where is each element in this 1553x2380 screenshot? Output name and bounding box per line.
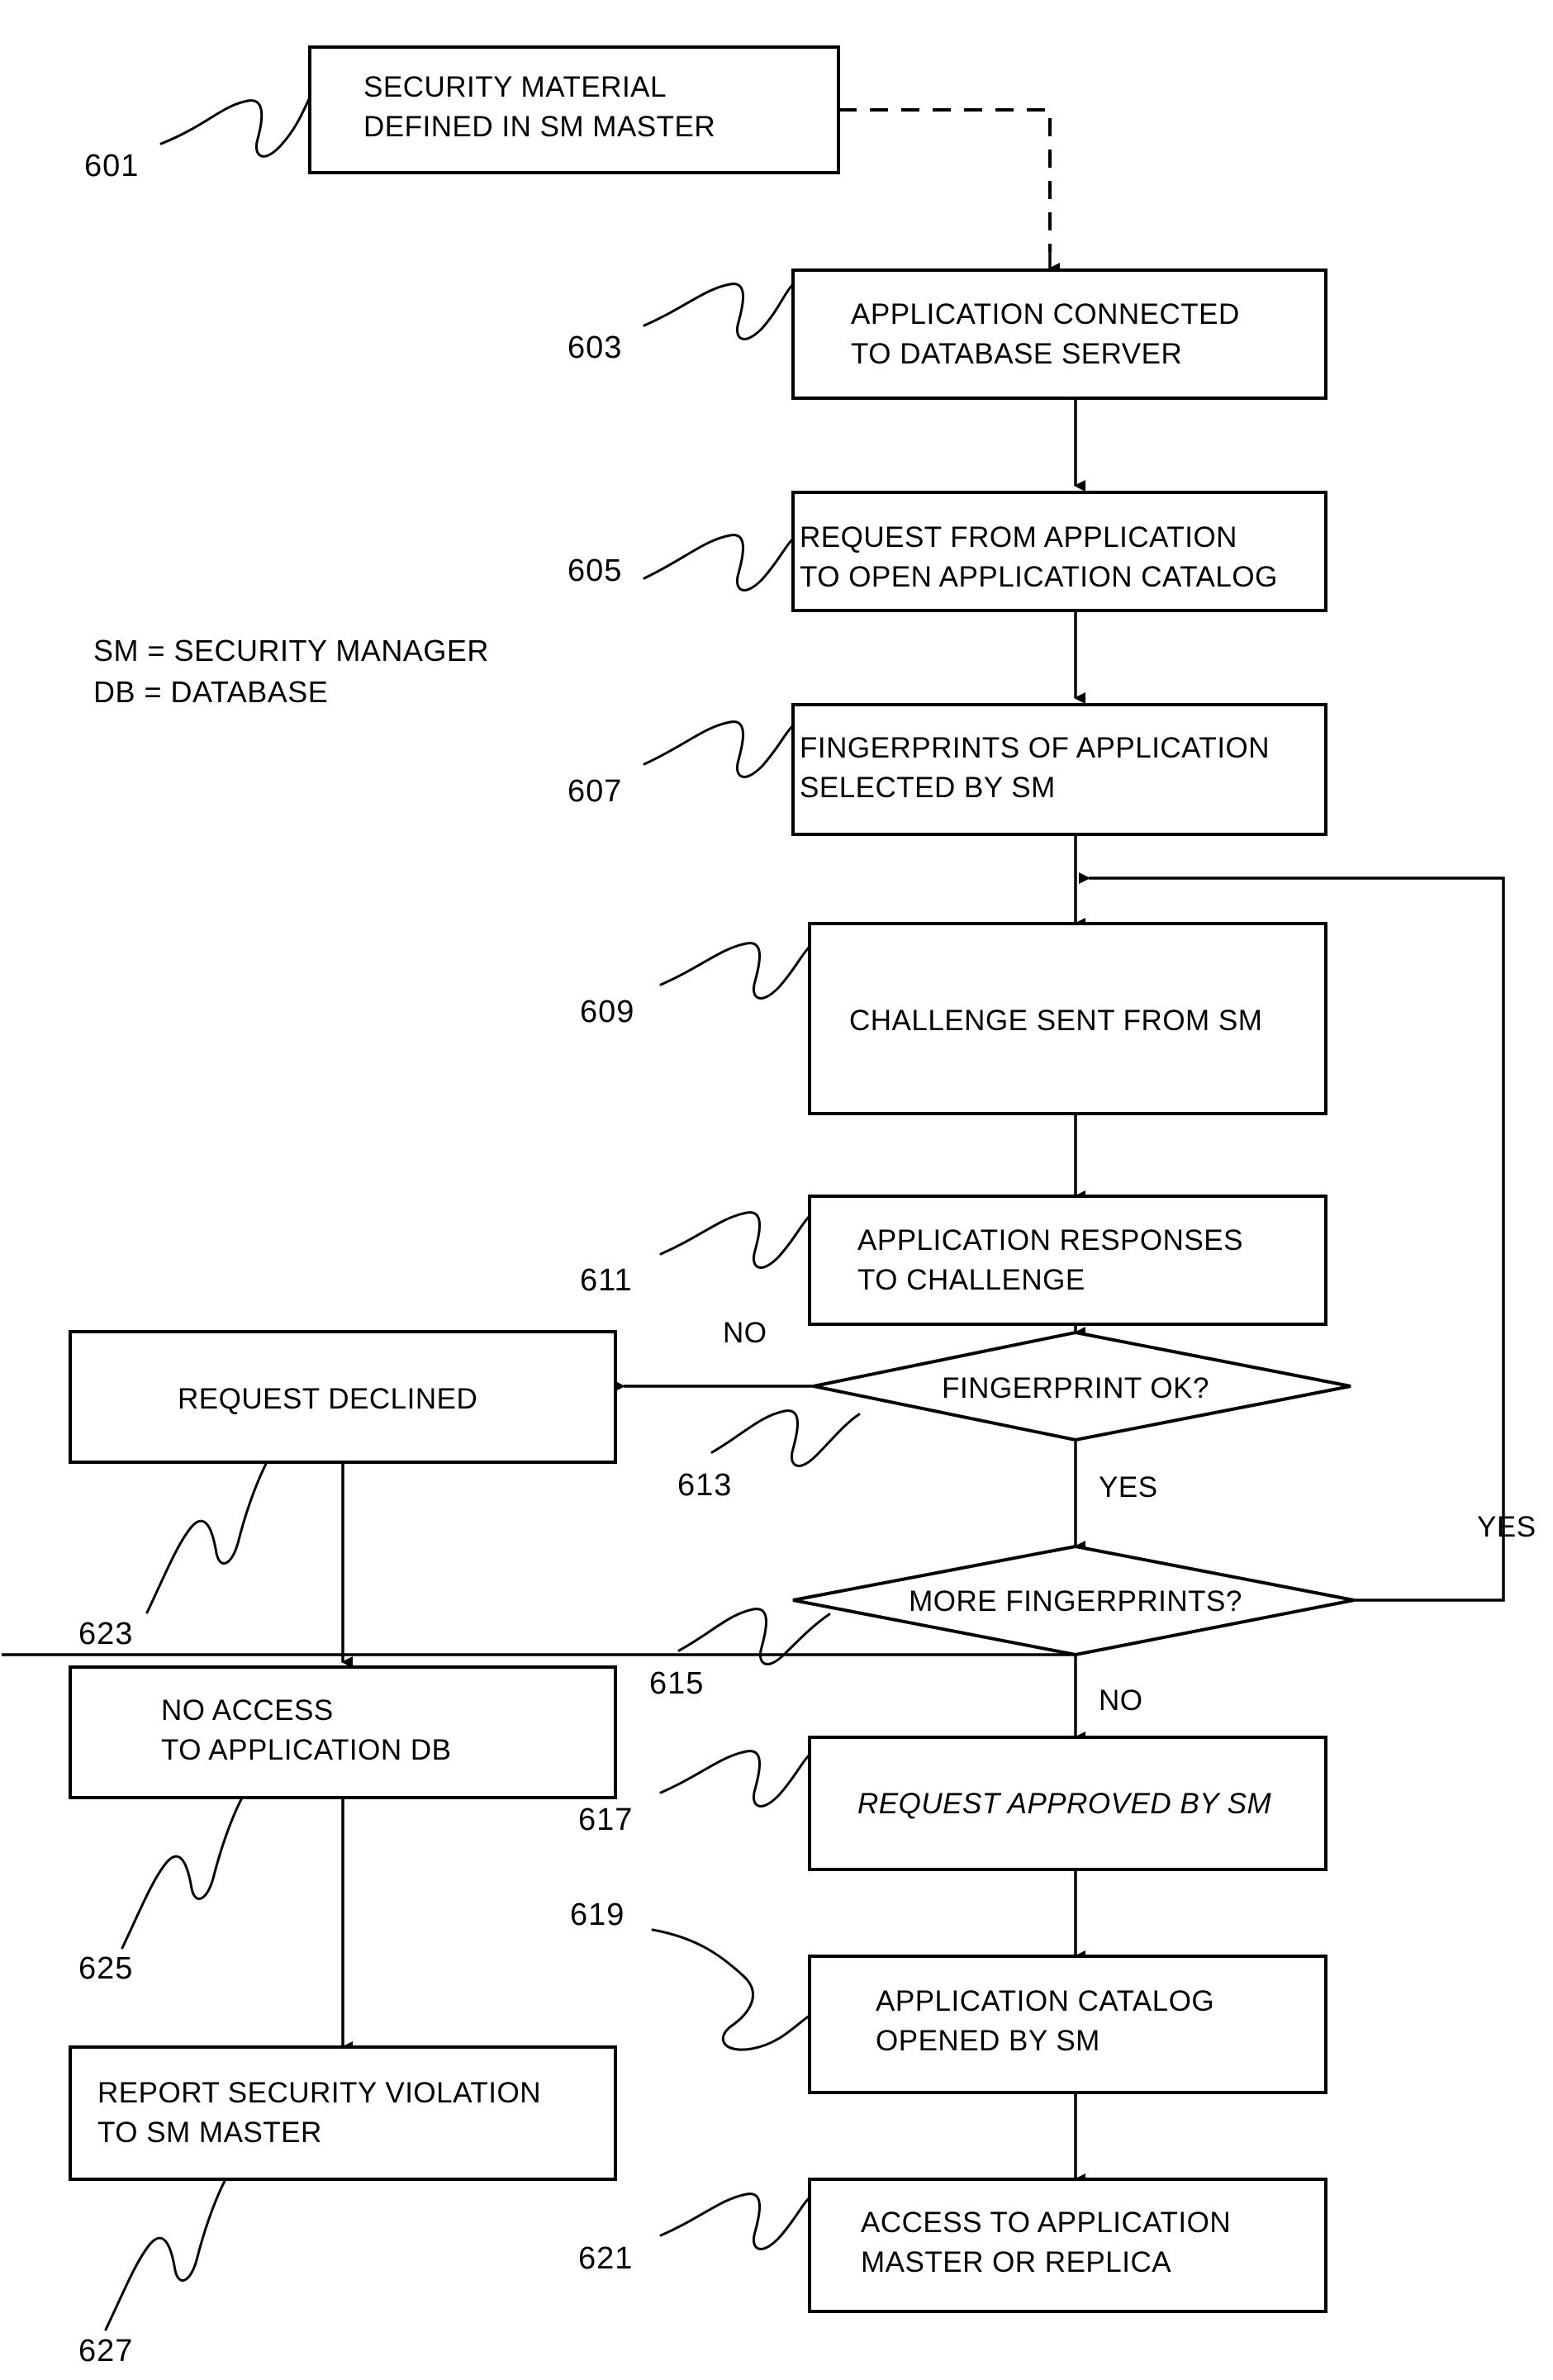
node-611-line-1: APPLICATION RESPONSES	[857, 1224, 1243, 1257]
ref-callout-609: 609	[580, 942, 811, 1029]
node-625-shape	[69, 1665, 617, 1799]
node-627-shape	[69, 2045, 617, 2181]
ref-callout-607: 607	[568, 720, 795, 809]
node-607-shape	[791, 703, 1327, 836]
node-613-fingerprint-ok-decision[interactable]: FINGERPRINT OK?	[813, 1330, 1351, 1442]
legend-line-sm: SM = SECURITY MANAGER	[93, 634, 489, 667]
branch-label-more-no: NO	[1099, 1684, 1143, 1717]
ref-callout-627: 627	[78, 2179, 226, 2368]
legend-line-db: DB = DATABASE	[93, 675, 328, 709]
ref-callout-601: 601	[84, 96, 311, 183]
node-605-line-2: TO OPEN APPLICATION CATALOG	[800, 561, 1278, 593]
node-607-fingerprints-of-application-selected-by-sm[interactable]: FINGERPRINTS OF APPLICATION SELECTED BY …	[791, 703, 1327, 836]
node-613-line-1: FINGERPRINT OK?	[942, 1372, 1209, 1404]
ref-number-601: 601	[84, 149, 139, 183]
flowchart-canvas: SECURITY MATERIAL DEFINED IN SM MASTER 6…	[2, 45, 1536, 2368]
node-603-application-connected-to-database-server[interactable]: APPLICATION CONNECTED TO DATABASE SERVER	[791, 268, 1327, 400]
ref-number-605: 605	[568, 553, 622, 588]
node-609-challenge-sent-from-sm[interactable]: CHALLENGE SENT FROM SM	[808, 922, 1327, 1115]
patent-figure: SECURITY MATERIAL DEFINED IN SM MASTER 6…	[0, 0, 1553, 2380]
node-619-application-catalog-opened-by-sm[interactable]: APPLICATION CATALOG OPENED BY SM	[808, 1955, 1327, 2094]
node-627-report-security-violation-to-sm-master[interactable]: REPORT SECURITY VIOLATION TO SM MASTER	[69, 2045, 617, 2181]
ref-number-623: 623	[78, 1617, 133, 1651]
node-601-shape	[308, 45, 840, 174]
branch-label-fingerprint-yes: YES	[1099, 1471, 1158, 1504]
node-625-no-access-to-application-db[interactable]: NO ACCESS TO APPLICATION DB	[69, 1665, 617, 1799]
ref-callout-611: 611	[580, 1211, 811, 1298]
node-619-line-2: OPENED BY SM	[876, 2025, 1100, 2057]
node-601-security-material-defined-in-sm-master[interactable]: SECURITY MATERIAL DEFINED IN SM MASTER	[308, 45, 840, 174]
ref-callout-623: 623	[78, 1462, 268, 1651]
node-609-line-1: CHALLENGE SENT FROM SM	[849, 1005, 1262, 1037]
node-615-line-1: MORE FINGERPRINTS?	[909, 1585, 1242, 1618]
node-621-access-to-application-master-or-replica[interactable]: ACCESS TO APPLICATION MASTER OR REPLICA	[808, 2178, 1327, 2313]
ref-callout-621: 621	[578, 2192, 811, 2276]
legend: SM = SECURITY MANAGER DB = DATABASE	[93, 634, 489, 709]
ref-callout-605: 605	[568, 534, 795, 591]
ref-callout-613: 613	[677, 1409, 861, 1503]
node-607-line-1: FINGERPRINTS OF APPLICATION	[800, 732, 1270, 764]
ref-number-611: 611	[580, 1263, 633, 1298]
node-625-line-1: NO ACCESS	[161, 1694, 334, 1727]
node-611-shape	[808, 1195, 1327, 1326]
ref-number-609: 609	[580, 995, 634, 1029]
ref-number-625: 625	[78, 1951, 133, 1986]
ref-callout-603: 603	[568, 283, 795, 365]
branch-label-more-yes: YES	[1477, 1511, 1536, 1543]
ref-number-627: 627	[78, 2334, 133, 2368]
node-601-line-2: DEFINED IN SM MASTER	[363, 111, 715, 143]
node-611-line-2: TO CHALLENGE	[857, 1264, 1085, 1296]
node-611-application-responses-to-challenge[interactable]: APPLICATION RESPONSES TO CHALLENGE	[808, 1195, 1327, 1326]
ref-callout-619: 619	[570, 1898, 811, 2051]
node-621-line-1: ACCESS TO APPLICATION	[861, 2207, 1231, 2239]
ref-number-617: 617	[578, 1803, 633, 1837]
node-627-line-1: REPORT SECURITY VIOLATION	[97, 2077, 541, 2109]
connector-601-to-603	[838, 108, 1060, 274]
branch-label-fingerprint-no: NO	[723, 1317, 767, 1349]
node-605-request-from-application-to-open-application-catalog[interactable]: REQUEST FROM APPLICATION TO OPEN APPLICA…	[791, 491, 1327, 612]
node-619-line-1: APPLICATION CATALOG	[876, 1985, 1214, 2017]
node-625-line-2: TO APPLICATION DB	[161, 1734, 451, 1766]
node-617-line-1: REQUEST APPROVED BY SM	[857, 1788, 1271, 1820]
ref-callout-625: 625	[78, 1798, 243, 1986]
ref-number-607: 607	[568, 774, 622, 809]
ref-number-619: 619	[570, 1898, 625, 1932]
node-621-line-2: MASTER OR REPLICA	[861, 2246, 1171, 2278]
node-603-line-1: APPLICATION CONNECTED	[851, 298, 1240, 330]
node-621-shape	[808, 2178, 1327, 2313]
node-623-line-1: REQUEST DECLINED	[178, 1383, 477, 1415]
ref-number-621: 621	[578, 2241, 633, 2276]
node-623-request-declined[interactable]: REQUEST DECLINED	[69, 1330, 617, 1464]
ref-number-615: 615	[649, 1666, 704, 1701]
node-603-line-2: TO DATABASE SERVER	[851, 338, 1182, 370]
ref-number-603: 603	[568, 330, 622, 365]
ref-number-613: 613	[677, 1468, 732, 1503]
node-615-more-fingerprints-decision[interactable]: MORE FINGERPRINTS?	[792, 1544, 1355, 1657]
node-607-line-2: SELECTED BY SM	[800, 772, 1056, 804]
node-603-shape	[791, 268, 1327, 400]
node-601-line-1: SECURITY MATERIAL	[363, 71, 667, 103]
node-605-line-1: REQUEST FROM APPLICATION	[800, 521, 1237, 553]
node-617-request-approved-by-sm[interactable]: REQUEST APPROVED BY SM	[808, 1736, 1327, 1871]
node-627-line-2: TO SM MASTER	[97, 2116, 322, 2149]
